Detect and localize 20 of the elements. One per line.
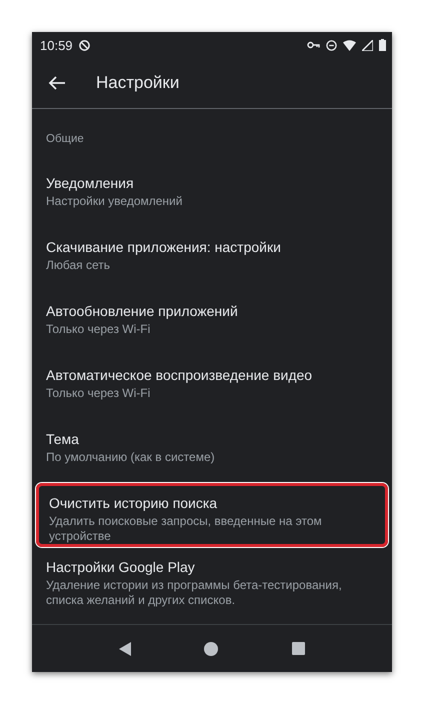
status-time: 10:59 <box>40 38 73 52</box>
section-header: Общие <box>46 133 84 145</box>
settings-item[interactable]: Скачивание приложения: настройки Любая сеть <box>32 227 392 291</box>
settings-item[interactable]: Автоматическое воспроизведение видео Только через Wi-Fi <box>32 355 392 419</box>
settings-item[interactable]: Уведомления Настройки уведомлений <box>32 163 392 227</box>
settings-item[interactable]: Тема По умолчанию (как в системе) <box>32 419 392 483</box>
settings-item[interactable]: Автообновление приложений Только через Wi-Fi <box>32 291 392 355</box>
signal-icon <box>362 40 373 50</box>
screen-title: Настройки <box>96 73 180 93</box>
wifi-icon <box>343 40 356 50</box>
settings-item[interactable]: Очистить историю поиска Удалить поисковые запросы, введенные на этом устройстве <box>36 483 388 547</box>
settings-item[interactable]: Настройки Google Play Удаление истории из программы бета-тестирования, списка желаний и других списков. <box>32 547 392 618</box>
sync-off-icon <box>78 40 90 50</box>
home-nav-icon[interactable] <box>204 642 218 656</box>
back-arrow-icon[interactable] <box>48 74 66 92</box>
key-icon <box>307 41 320 49</box>
do-not-disturb-icon <box>326 40 337 50</box>
battery-icon <box>379 39 386 51</box>
back-nav-icon[interactable] <box>118 642 131 656</box>
recents-nav-icon[interactable] <box>292 642 306 655</box>
